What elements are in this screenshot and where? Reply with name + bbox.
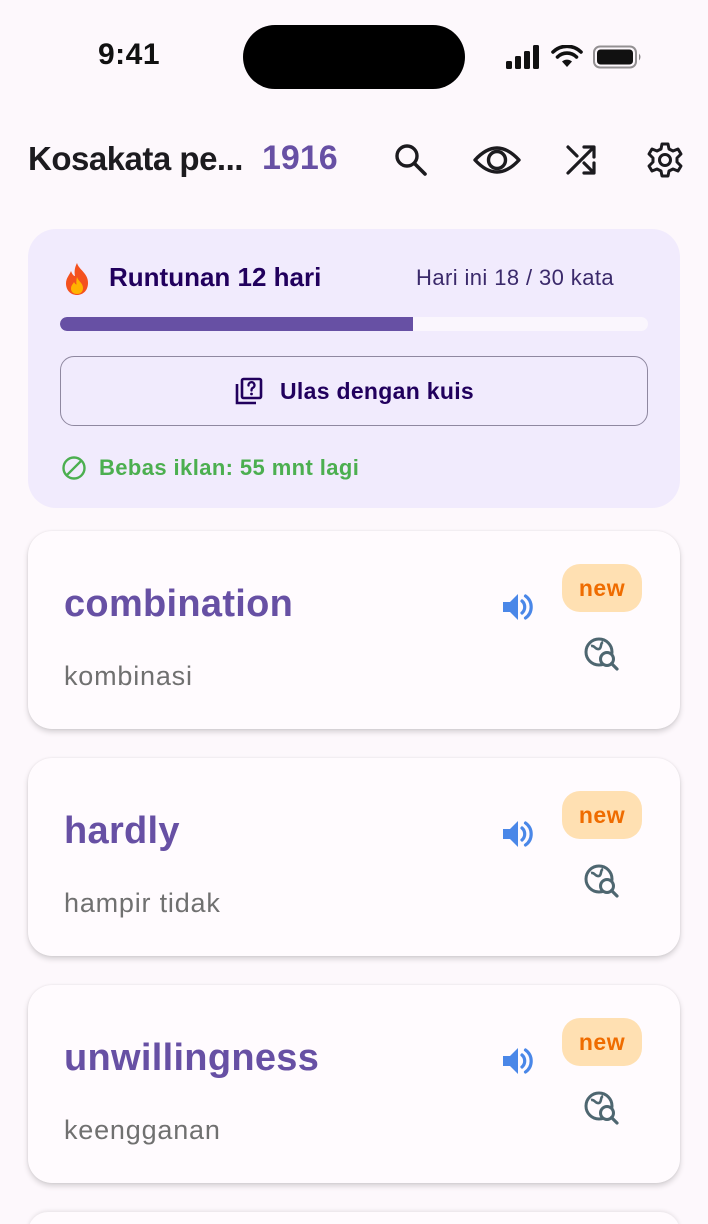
daily-progress-fill (60, 317, 413, 331)
speaker-icon (503, 821, 533, 847)
word-card[interactable]: combination kombinasi new (28, 531, 680, 729)
review-quiz-label: Ulas dengan kuis (280, 377, 474, 404)
gear-icon (647, 142, 683, 178)
pronounce-button[interactable] (498, 587, 538, 627)
word-card[interactable]: hardly hampir tidak new (28, 758, 680, 956)
status-icons (505, 42, 643, 72)
web-lookup-button[interactable] (582, 635, 622, 675)
block-icon (62, 456, 86, 480)
review-quiz-button[interactable]: Ulas dengan kuis (60, 356, 648, 426)
word-translation: kombinasi (64, 661, 193, 691)
app-bar: Kosakata pe... 1916 (0, 128, 708, 192)
quiz-icon (235, 377, 263, 405)
page-title: Kosakata pe... (28, 140, 243, 177)
pronounce-button[interactable] (498, 1041, 538, 1081)
battery-icon (593, 45, 641, 69)
streak-card: Runtunan 12 hari Hari ini 18 / 30 kata U… (28, 229, 680, 508)
word-card[interactable]: unwillingness keengganan new (28, 985, 680, 1183)
word-term: hardly (64, 810, 180, 852)
toggle-visibility-button[interactable] (472, 138, 522, 182)
screen: 9:41 Kosakata pe... 1916 Runtunan 12 har… (0, 0, 708, 1224)
travel-explore-icon (584, 1091, 619, 1125)
status-bar: 9:41 (0, 0, 708, 110)
adfree-status: Bebas iklan: 55 mnt lagi (61, 455, 359, 481)
new-badge: new (562, 1018, 642, 1066)
word-term: unwillingness (64, 1037, 320, 1079)
dynamic-island (243, 25, 465, 89)
new-badge: new (562, 791, 642, 839)
word-count: 1916 (262, 139, 338, 177)
cellular-signal-icon (506, 45, 539, 69)
travel-explore-icon (584, 637, 619, 671)
adfree-label: Bebas iklan: 55 mnt lagi (99, 455, 360, 480)
speaker-icon (503, 1048, 533, 1074)
word-term: combination (64, 583, 294, 625)
status-time: 9:41 (98, 38, 161, 71)
daily-progress-bar (60, 317, 648, 331)
search-button[interactable] (389, 138, 433, 182)
flame-icon (66, 263, 88, 295)
new-badge: new (562, 564, 642, 612)
travel-explore-icon (584, 864, 619, 898)
word-translation: hampir tidak (64, 888, 221, 918)
search-icon (395, 144, 427, 176)
streak-title: Runtunan 12 hari (109, 262, 322, 292)
speaker-icon (503, 594, 533, 620)
settings-button[interactable] (643, 138, 687, 182)
pronounce-button[interactable] (498, 814, 538, 854)
word-card-partial[interactable] (28, 1212, 680, 1224)
word-translation: keengganan (64, 1115, 221, 1145)
shuffle-icon (566, 145, 596, 175)
web-lookup-button[interactable] (582, 862, 622, 902)
daily-progress-text: Hari ini 18 / 30 kata (416, 265, 614, 290)
wifi-icon (551, 45, 583, 67)
eye-icon (473, 146, 521, 174)
web-lookup-button[interactable] (582, 1089, 622, 1129)
shuffle-button[interactable] (559, 138, 603, 182)
